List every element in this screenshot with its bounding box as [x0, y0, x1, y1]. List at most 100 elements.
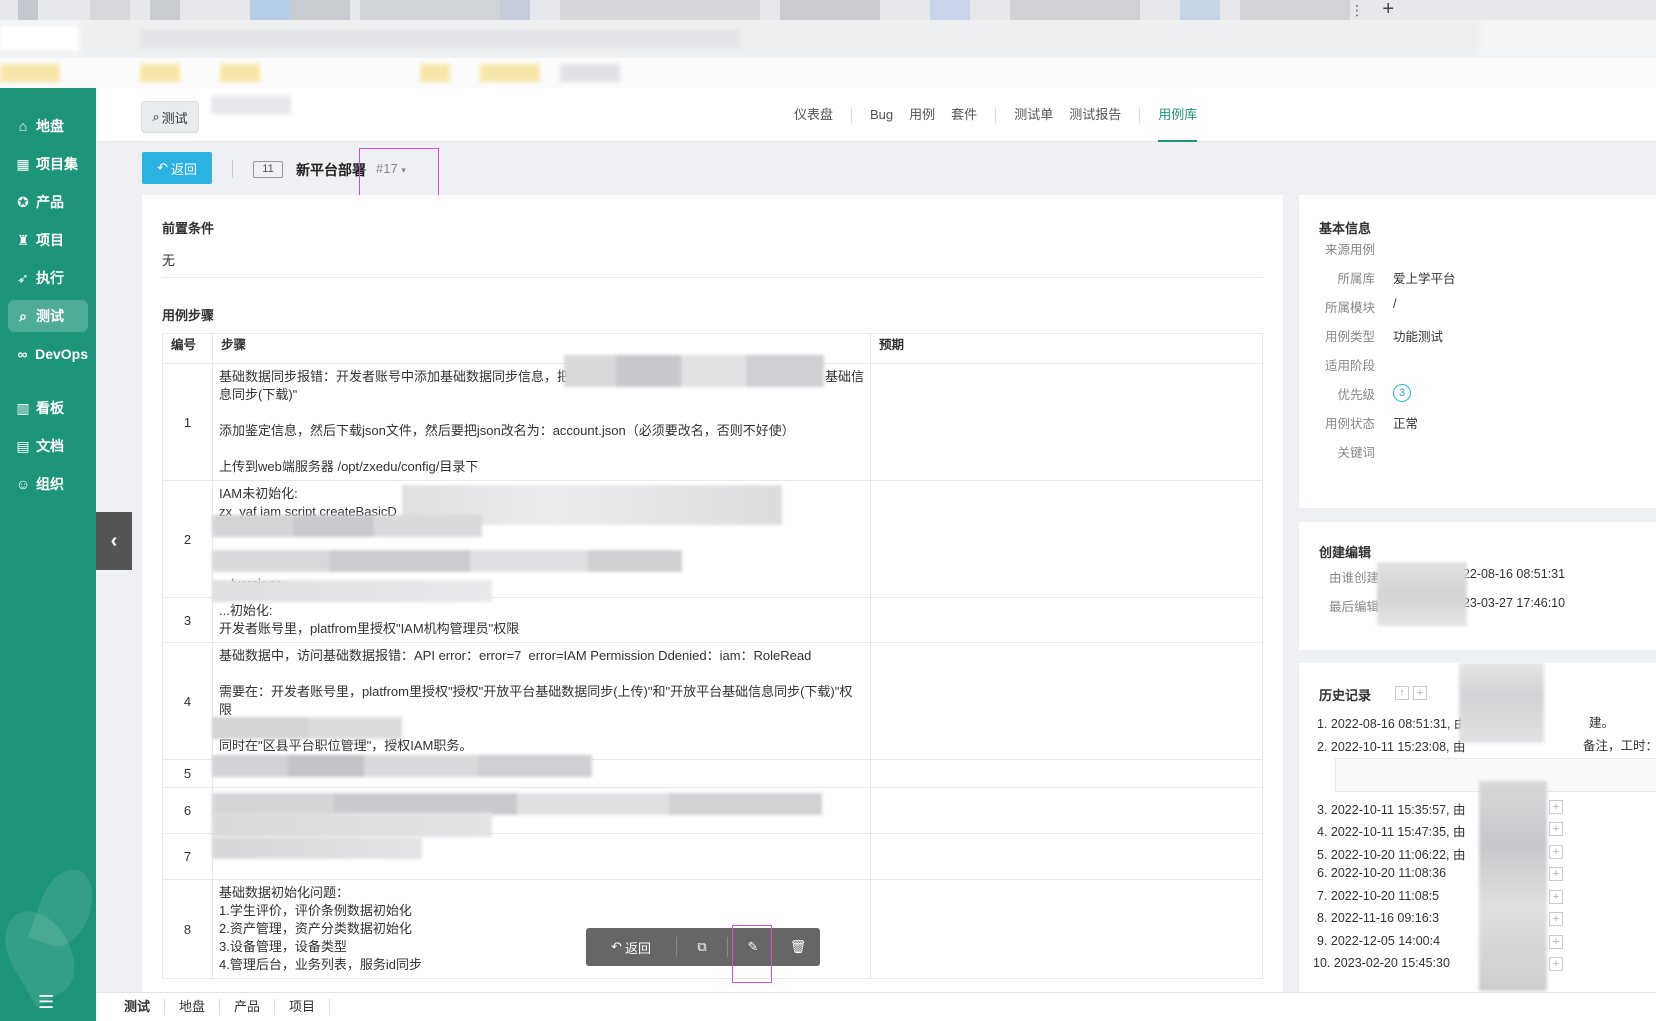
menu-icon[interactable]: ☰ [38, 992, 54, 1013]
redaction [212, 837, 422, 859]
step-number: 6 [162, 787, 213, 834]
history-item: 2. 2022-10-11 15:23:08, 由 [1317, 740, 1466, 754]
step-line: 1.学生评价，评价条例数据初始化 [219, 903, 412, 918]
sidebar-item-8[interactable]: ▤ 文档 [8, 430, 88, 462]
top-nav: ⌕ 测试 仪表盘 Bug 用例 套件 测试单 测试报告 用例库 [96, 88, 1656, 142]
sidebar-item-label: 地盘 [36, 118, 64, 134]
sidebar-item-label: 产品 [36, 194, 64, 210]
redaction [212, 717, 402, 739]
sidebar-item-0[interactable]: ⌂ 地盘 [8, 110, 88, 142]
new-tab-icon[interactable]: + [1382, 0, 1394, 20]
expand-icon[interactable]: + [1549, 957, 1563, 971]
trash-icon: 🗑 [789, 939, 807, 954]
step-line: 息同步(下载)" [219, 387, 298, 402]
expand-icon[interactable]: + [1549, 912, 1563, 926]
tab-4[interactable]: 测试单 [1014, 88, 1053, 142]
step-expected [870, 363, 1263, 481]
redaction [212, 550, 682, 572]
taskbar-tab-0[interactable]: 测试 [110, 999, 166, 1015]
create-edit-card: 创建编辑 由谁创建 2022-08-16 08:51:31 最后编辑 2023-03-… [1299, 522, 1656, 650]
history-item: 3. 2022-10-11 15:35:57, 由 [1317, 803, 1466, 817]
history-item: 4. 2022-10-11 15:47:35, 由 [1317, 825, 1466, 839]
history-item: 1. 2022-08-16 08:51:31, 由 [1317, 717, 1467, 731]
tab-3[interactable]: 套件 [951, 88, 977, 142]
redaction [564, 355, 824, 387]
info-label: 所属库 [1337, 272, 1375, 286]
float-back-label: 返回 [624, 940, 651, 956]
delete-button[interactable]: 🗑 [778, 928, 818, 966]
expand-icon[interactable]: + [1549, 935, 1563, 949]
taskbar-tab-2[interactable]: 产品 [220, 999, 276, 1015]
sidebar-item-4[interactable]: ➶ 执行 [8, 262, 88, 294]
step-line: 开发者账号里，platfrom里授权"IAM机构管理员"权限 [219, 621, 520, 636]
basic-info-title: 基本信息 [1319, 221, 1372, 236]
step-number: 2 [162, 480, 213, 598]
taskbar-tab-3[interactable]: 项目 [275, 999, 331, 1015]
history-item: 8. 2022-11-16 09:16:3 [1317, 911, 1440, 925]
step-content: 基础数据中，访问基础数据报错：API error：error=7 error=I… [212, 642, 871, 760]
history-tail: 备注，工时：0.0 [1583, 739, 1656, 753]
info-label: 来源用例 [1324, 243, 1375, 257]
step-number: 1 [162, 363, 213, 481]
section-divider [162, 277, 1263, 278]
step-line: 基础数据中，访问基础数据报错：API error：error=7 error=I… [219, 648, 812, 663]
step-content: ...初始化: 开发者账号里，platfrom里授权"IAM机构管理员"权限 [212, 597, 871, 643]
history-card: 历史记录 ↑ + 1. 2022-08-16 08:51:31, 由 2. 202… [1299, 663, 1656, 992]
case-detail-panel: 前置条件 无 用例步骤 编号 步骤 预期 1 基础数据同步报错：开发者账号中添加基… [142, 195, 1283, 1021]
step-text: 基础数据同步报错：开发者账号中添加基础数据同步信息，把 [219, 369, 571, 384]
search-icon: ⌕ [152, 109, 160, 124]
sidebar-item-5[interactable]: ⌕ 测试 [8, 300, 88, 332]
expand-icon[interactable]: + [1549, 800, 1563, 814]
title-divider [232, 160, 233, 178]
tab-2[interactable]: 用例 [909, 88, 935, 142]
taskbar-tab-1[interactable]: 地盘 [165, 999, 221, 1015]
sidebar-item-1[interactable]: ▦ 项目集 [8, 148, 88, 180]
bell-icon: ♜ [16, 231, 30, 248]
expand-all-icon[interactable]: + [1413, 686, 1427, 700]
highlight-edit [732, 925, 772, 983]
sidebar-item-6[interactable]: ∞ DevOps [8, 338, 88, 370]
tab-5[interactable]: 测试报告 [1069, 88, 1121, 142]
copy-icon: ⧉ [697, 939, 707, 954]
tab-1[interactable]: Bug [870, 88, 893, 142]
tab-6[interactable]: 用例库 [1158, 88, 1198, 142]
module-search-chip[interactable]: ⌕ 测试 [142, 102, 198, 132]
expand-icon[interactable]: + [1549, 845, 1563, 859]
info-label: 用例类型 [1324, 330, 1375, 344]
info-label: 最后编辑 [1329, 600, 1380, 614]
sort-up-icon[interactable]: ↑ [1395, 686, 1409, 700]
search-icon: ⌕ [19, 307, 27, 324]
search-chip-label: 测试 [161, 110, 188, 126]
expand-icon[interactable]: + [1549, 890, 1563, 904]
info-value: 爱上学平台 [1393, 272, 1456, 286]
sidebar-item-9[interactable]: ☺ 组织 [8, 468, 88, 500]
bookmarks-bar [0, 58, 1656, 88]
run-icon: ➶ [17, 269, 29, 286]
sidebar-collapse-button[interactable]: ‹ [96, 512, 132, 570]
step-expected [870, 759, 1263, 788]
expand-icon[interactable]: + [1549, 822, 1563, 836]
step-line: ...初始化: [219, 603, 273, 618]
col-expect: 预期 [870, 333, 1263, 364]
redaction [212, 755, 592, 777]
info-value: 3 [1393, 384, 1411, 402]
history-item: 5. 2022-10-20 11:06:22, 由 [1317, 848, 1466, 862]
precondition-value: 无 [162, 253, 176, 268]
redaction [212, 580, 492, 602]
copy-button[interactable]: ⧉ [677, 928, 727, 966]
sidebar-item-2[interactable]: ✪ 产品 [8, 186, 88, 218]
history-title: 历史记录 [1319, 688, 1372, 703]
tab-0[interactable]: 仪表盘 [794, 88, 833, 142]
history-item: 10. 2023-02-20 15:45:30 [1313, 956, 1450, 970]
sidebar-item-7[interactable]: ▥ 看板 [8, 392, 88, 424]
sidebar-item-label: 项目 [36, 232, 64, 248]
back-button[interactable]: ↶ 返回 [142, 152, 212, 184]
sidebar-item-label: 项目集 [36, 156, 78, 172]
expand-icon[interactable]: + [1549, 867, 1563, 881]
case-title: 新平台部署 [296, 162, 366, 178]
board-icon: ▥ [16, 399, 30, 416]
float-back-button[interactable]: ↶ 返回 [586, 928, 676, 966]
sidebar-item-3[interactable]: ♜ 项目 [8, 224, 88, 256]
back-arrow-icon: ↶ [611, 939, 622, 954]
info-value: / [1393, 297, 1397, 311]
